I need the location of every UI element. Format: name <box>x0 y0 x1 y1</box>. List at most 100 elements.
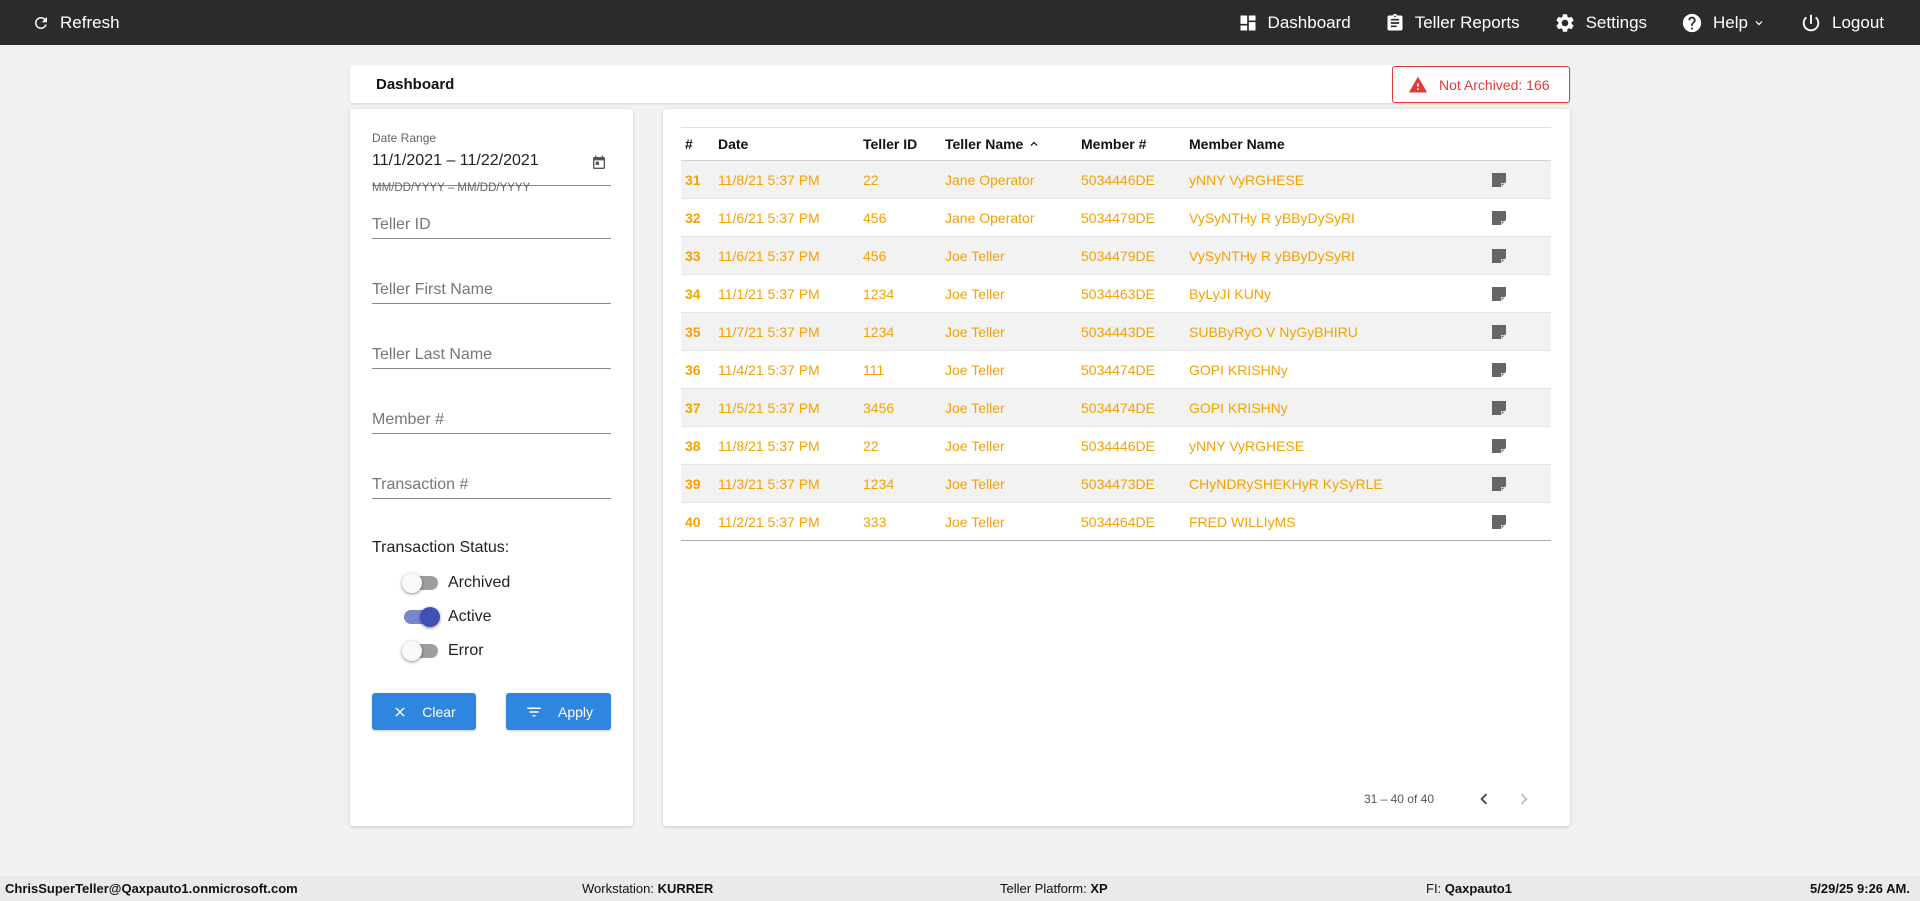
row-member-name: yNNY VyRGHESE <box>1189 171 1305 188</box>
date-range-field[interactable]: 11/1/2021 – 11/22/2021 <box>372 149 611 186</box>
note-icon[interactable] <box>1491 514 1507 530</box>
table-row[interactable]: 34 11/1/21 5:37 PM 1234 Joe Teller 5034463DE… <box>681 275 1551 313</box>
column-header-member-number[interactable]: Member # <box>1081 128 1189 161</box>
note-icon[interactable] <box>1491 248 1507 264</box>
note-icon[interactable] <box>1491 286 1507 302</box>
column-header-number[interactable]: # <box>681 128 718 161</box>
sort-ascending-icon <box>1030 141 1038 146</box>
column-header-teller-id[interactable]: Teller ID <box>863 128 945 161</box>
chevron-down-icon <box>1755 20 1763 25</box>
transactions-panel: # Date Teller ID Teller Name Member # Me… <box>663 109 1570 826</box>
next-page-button[interactable] <box>1504 784 1544 814</box>
row-member-name: ByLyJI KUNy <box>1189 285 1271 302</box>
refresh-button[interactable]: Refresh <box>32 0 120 45</box>
column-header-member-name-label: Member Name <box>1189 136 1285 152</box>
table-row[interactable]: 31 11/8/21 5:37 PM 22 Jane Operator 5034446D… <box>681 160 1551 199</box>
row-teller-id: 456 <box>863 247 887 264</box>
table-row[interactable]: 37 11/5/21 5:37 PM 3456 Joe Teller 5034474DE… <box>681 388 1551 427</box>
row-date: 11/2/21 5:37 PM <box>718 513 820 530</box>
table-row[interactable]: 32 11/6/21 5:37 PM 456 Jane Operator 5034479… <box>681 199 1551 237</box>
previous-page-button[interactable] <box>1464 784 1504 814</box>
not-archived-alert-badge[interactable]: Not Archived: 166 <box>1392 66 1570 103</box>
row-member-name: CHyNDRySHEKHyR KySyRLE <box>1189 475 1383 492</box>
column-header-member-name[interactable]: Member Name <box>1189 128 1491 161</box>
help-icon <box>1682 13 1702 32</box>
nav-settings-label: Settings <box>1585 12 1648 32</box>
error-toggle[interactable] <box>402 641 438 661</box>
column-header-member-number-label: Member # <box>1081 136 1147 152</box>
column-header-date[interactable]: Date <box>718 128 863 161</box>
row-teller-id: 22 <box>863 437 879 454</box>
note-icon[interactable] <box>1491 400 1507 416</box>
archived-label: Archived <box>448 574 511 591</box>
row-member-name: VySyNTHy R yBByDySyRI <box>1189 247 1355 264</box>
row-teller-name: Joe Teller <box>945 323 1005 340</box>
refresh-icon <box>34 16 47 29</box>
row-number: 31 <box>685 171 701 188</box>
nav-logout[interactable]: Logout <box>1800 0 1884 45</box>
pagination-range: 31 – 40 of 40 <box>1363 792 1434 806</box>
table-row[interactable]: 39 11/3/21 5:37 PM 1234 Joe Teller 5034473DE… <box>681 464 1551 503</box>
status-archived-row: Archived <box>402 573 510 593</box>
teller-id-input[interactable] <box>372 207 611 238</box>
transaction-number-input[interactable] <box>372 467 611 498</box>
apply-button[interactable]: Apply <box>506 693 611 730</box>
column-header-teller-name[interactable]: Teller Name <box>945 128 1081 161</box>
pagination: 31 – 40 of 40 <box>1364 784 1544 814</box>
row-member-number: 5034473DE <box>1081 475 1155 492</box>
row-member-number: 5034479DE <box>1081 209 1155 226</box>
row-actions <box>1491 465 1551 503</box>
teller-first-name-input[interactable] <box>372 272 611 303</box>
teller-last-name-input[interactable] <box>372 337 611 368</box>
row-member-number: 5034443DE <box>1081 323 1155 340</box>
row-member-name: yNNY VyRGHESE <box>1189 437 1305 454</box>
nav-teller-reports[interactable]: Teller Reports <box>1385 0 1520 45</box>
column-header-date-label: Date <box>718 136 749 152</box>
chevron-right-icon <box>1520 793 1528 805</box>
member-number-input[interactable] <box>372 402 611 433</box>
table-row[interactable]: 40 11/2/21 5:37 PM 333 Joe Teller 5034464DE F… <box>681 503 1551 541</box>
note-icon[interactable] <box>1491 172 1507 188</box>
nav-dashboard[interactable]: Dashboard <box>1238 0 1351 45</box>
note-icon[interactable] <box>1491 476 1507 492</box>
calendar-icon[interactable] <box>591 155 607 171</box>
dashboard-icon <box>1240 15 1256 30</box>
table-body: 31 11/8/21 5:37 PM 22 Jane Operator 5034446D… <box>681 160 1551 541</box>
row-number: 32 <box>685 209 701 226</box>
table-row[interactable]: 36 11/4/21 5:37 PM 111 Joe Teller 5034474DE G… <box>681 351 1551 389</box>
note-icon[interactable] <box>1491 362 1507 378</box>
row-member-name: VySyNTHy R yBByDySyRI <box>1189 209 1355 226</box>
top-nav-menu: Dashboard Teller Reports Settings Help L… <box>1238 0 1920 45</box>
footer-platform-label: Teller Platform: <box>1000 881 1091 896</box>
close-icon <box>395 706 405 717</box>
row-date: 11/5/21 5:37 PM <box>718 399 820 416</box>
clear-button[interactable]: Clear <box>372 693 476 730</box>
row-number: 36 <box>685 361 701 378</box>
note-icon[interactable] <box>1491 210 1507 226</box>
row-actions <box>1491 161 1551 199</box>
nav-settings[interactable]: Settings <box>1554 0 1647 45</box>
nav-help-label: Help <box>1713 12 1748 32</box>
row-member-number: 5034474DE <box>1081 399 1155 416</box>
transaction-number-field <box>372 467 611 499</box>
refresh-label: Refresh <box>60 12 120 32</box>
filter-icon <box>527 707 541 716</box>
active-toggle[interactable] <box>402 607 440 627</box>
row-number: 35 <box>685 323 701 340</box>
note-icon[interactable] <box>1491 438 1507 454</box>
table-row[interactable]: 33 11/6/21 5:37 PM 456 Joe Teller 5034479DE V… <box>681 236 1551 275</box>
archived-toggle[interactable] <box>402 573 438 593</box>
row-date: 11/7/21 5:37 PM <box>718 323 820 340</box>
row-teller-id: 1234 <box>863 285 895 302</box>
row-date: 11/8/21 5:37 PM <box>718 171 820 188</box>
power-icon <box>1802 14 1820 31</box>
row-number: 37 <box>685 399 701 416</box>
nav-help[interactable]: Help <box>1681 0 1766 45</box>
row-actions <box>1491 313 1551 351</box>
teller-first-name-field <box>372 272 611 304</box>
table-row[interactable]: 35 11/7/21 5:37 PM 1234 Joe Teller 5034443DE… <box>681 312 1551 351</box>
note-icon[interactable] <box>1491 324 1507 340</box>
row-date: 11/4/21 5:37 PM <box>718 361 820 378</box>
table-row[interactable]: 38 11/8/21 5:37 PM 22 Joe Teller 5034446DE yN… <box>681 427 1551 465</box>
active-label: Active <box>448 608 492 625</box>
